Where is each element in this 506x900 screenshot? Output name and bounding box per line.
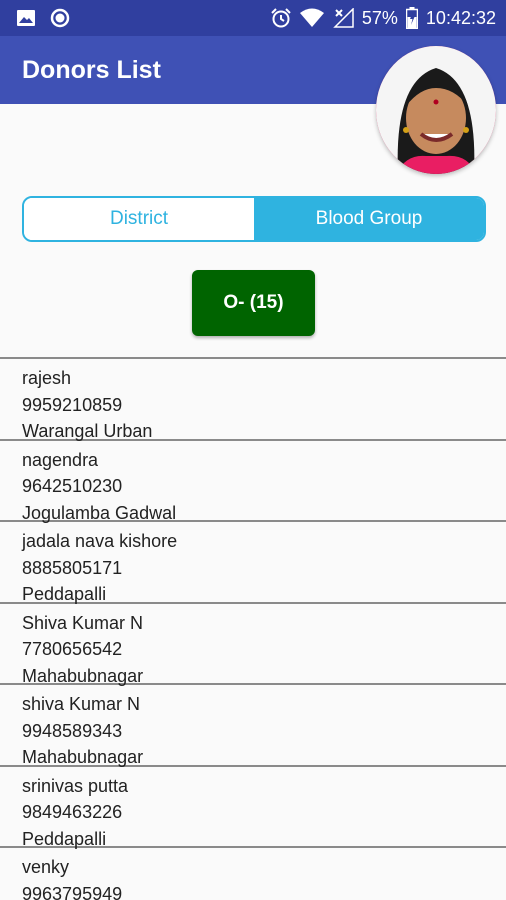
donor-name: srinivas putta (22, 775, 129, 796)
district-filter-tab[interactable]: District (24, 198, 254, 240)
clock-time: 10:42:32 (425, 7, 496, 28)
donor-phone: 8885805171 (22, 557, 123, 578)
donor-list[interactable]: rajesh 9959210859 Warangal Urban nagendr… (0, 357, 506, 900)
record-icon (50, 8, 70, 28)
donor-name: jadala nava kishore (22, 531, 178, 551)
profile-photo (376, 46, 496, 174)
status-bar: 57% 10:42:32 (0, 0, 506, 36)
donor-name: Shiva Kumar N (22, 612, 144, 633)
list-item[interactable]: srinivas putta 9849463226 Peddapalli (0, 764, 506, 849)
donor-name: rajesh (22, 368, 72, 388)
list-item[interactable]: nagendra 9642510230 Jogulamba Gadwal (0, 438, 506, 523)
filter-segmented-control: District Blood Group (22, 196, 486, 242)
page-title: Donors List (22, 56, 161, 84)
alarm-icon (270, 7, 292, 29)
list-item[interactable]: jadala nava kishore 8885805171 Peddapall… (0, 520, 506, 604)
donor-phone: 9948589343 (22, 720, 123, 741)
battery-percent: 57% (361, 7, 398, 28)
donor-name: venky (22, 857, 70, 877)
donor-name: shiva Kumar N (22, 694, 141, 714)
battery-icon (405, 7, 418, 29)
status-right: 57% 10:42:32 (270, 7, 496, 29)
no-signal-icon (332, 8, 354, 28)
list-item[interactable]: Shiva Kumar N 7780656542 Mahabubnagar (0, 601, 506, 686)
list-item[interactable]: rajesh 9959210859 Warangal Urban (0, 357, 506, 441)
list-item[interactable]: shiva Kumar N 9948589343 Mahabubnagar (0, 683, 506, 767)
donor-phone: 7780656542 (22, 639, 123, 659)
blood-group-button[interactable]: O- (15) (192, 270, 315, 336)
donor-name: nagendra (22, 449, 99, 470)
blood-group-filter-tab[interactable]: Blood Group (254, 198, 484, 240)
list-item[interactable]: venky 9963795949 (0, 846, 506, 900)
donor-phone: 9959210859 (22, 394, 123, 415)
status-left (16, 8, 70, 28)
wifi-icon (299, 8, 324, 28)
avatar[interactable] (376, 46, 496, 174)
image-icon (16, 8, 36, 28)
donor-phone: 9849463226 (22, 802, 123, 822)
donor-phone: 9963795949 (22, 883, 123, 900)
donor-phone: 9642510230 (22, 476, 123, 496)
